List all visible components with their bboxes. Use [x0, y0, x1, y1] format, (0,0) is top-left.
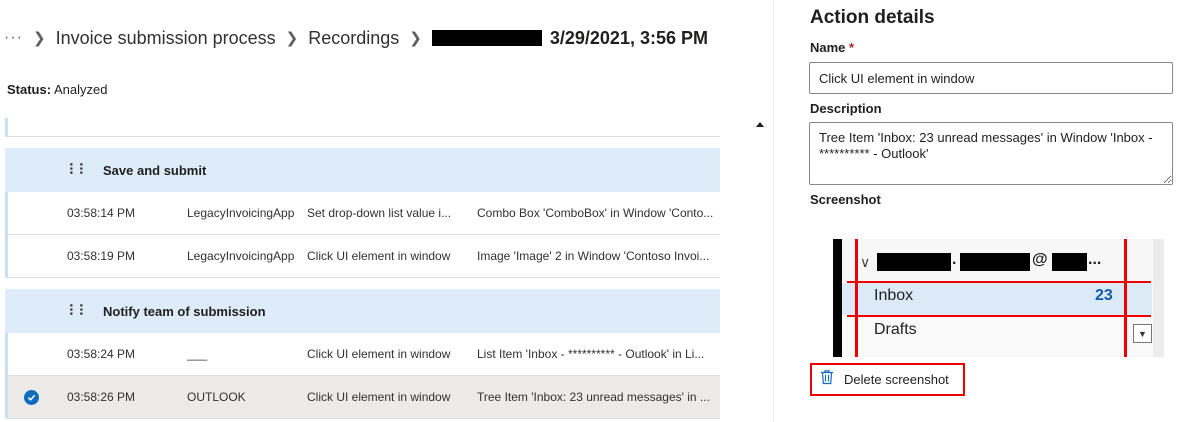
cell-action: Set drop-down list value i...	[307, 206, 452, 220]
table-row[interactable]	[5, 118, 720, 137]
cell-application: ___	[187, 347, 208, 361]
action-details-panel: Action details Name * Description Tree I…	[774, 0, 1188, 422]
table-row[interactable]: 03:58:19 PM LegacyInvoicingApp Click UI …	[5, 235, 720, 278]
cell-application: LegacyInvoicingApp	[187, 249, 295, 263]
gripper-dots-icon[interactable]: ⠇⠇	[68, 289, 89, 333]
cell-details: Combo Box 'ComboBox' in Window 'Conto...	[477, 206, 714, 220]
table-row[interactable]: 03:58:24 PM ___ Click UI element in wind…	[5, 333, 720, 376]
cell-time: 03:58:14 PM	[67, 206, 136, 220]
checkmark-circle-icon[interactable]	[24, 390, 39, 405]
trash-icon	[820, 369, 834, 390]
redacted-block	[1052, 253, 1087, 271]
gripper-dots-icon[interactable]: ⠇⠇	[68, 148, 89, 192]
screenshot-inbox-count: 23	[1095, 287, 1113, 304]
chevron-right-icon: ❯	[285, 30, 299, 47]
cell-application: OUTLOOK	[187, 390, 246, 404]
name-label: Name *	[810, 40, 854, 55]
action-screenshot: ∨ . @ ... Inbox 23 Drafts ▼	[833, 239, 1164, 357]
group-title: Save and submit	[103, 162, 207, 178]
cell-application: LegacyInvoicingApp	[187, 206, 295, 220]
redacted-block	[431, 30, 542, 46]
group-title: Notify team of submission	[103, 303, 266, 319]
cell-action: Click UI element in window	[307, 390, 451, 404]
screenshot-label: Screenshot	[810, 192, 881, 207]
breadcrumb-current-recording: 3/29/2021, 3:56 PM	[549, 27, 708, 48]
name-label-text: Name	[810, 40, 846, 55]
cell-action: Click UI element in window	[307, 249, 451, 263]
table-row-selected[interactable]: 03:58:26 PM OUTLOOK Click UI element in …	[5, 376, 720, 419]
redacted-block	[960, 253, 1030, 271]
screenshot-ellipsis: ...	[1088, 251, 1102, 268]
screenshot-dot: .	[952, 251, 957, 268]
chevron-down-icon: ∨	[860, 254, 871, 270]
breadcrumb-more-button[interactable]: ···	[4, 29, 23, 47]
actions-grid: ⠇⠇ Save and submit 03:58:14 PM LegacyInv…	[5, 118, 720, 422]
highlight-outline	[1124, 239, 1127, 357]
cell-time: 03:58:19 PM	[67, 249, 136, 263]
panel-title: Action details	[810, 7, 935, 28]
dropdown-arrow-icon: ▼	[1133, 324, 1152, 343]
highlight-outline	[847, 281, 1151, 283]
scroll-up-arrow-icon[interactable]	[756, 122, 764, 127]
cell-action: Click UI element in window	[307, 347, 451, 361]
breadcrumb-item-recordings[interactable]: Recordings	[308, 28, 399, 49]
description-label: Description	[810, 101, 882, 116]
cell-time: 03:58:26 PM	[67, 390, 136, 404]
breadcrumb-item-process[interactable]: Invoice submission process	[56, 28, 276, 49]
status-label: Status:	[7, 82, 52, 97]
breadcrumb: ··· ❯ Invoice submission process ❯ Recor…	[4, 24, 708, 52]
group-header-save-and-submit[interactable]: ⠇⠇ Save and submit	[5, 148, 720, 192]
highlight-outline	[847, 315, 1151, 317]
redacted-block	[877, 253, 951, 271]
table-row[interactable]: 03:58:14 PM LegacyInvoicingApp Set drop-…	[5, 192, 720, 235]
status-value: Analyzed	[53, 82, 108, 97]
screenshot-dark-edge	[833, 239, 842, 357]
required-marker: *	[849, 40, 855, 55]
highlight-outline	[855, 239, 858, 357]
recording-status: Status: Analyzed	[7, 82, 107, 97]
cell-time: 03:58:24 PM	[67, 347, 136, 361]
delete-screenshot-label: Delete screenshot	[844, 372, 949, 387]
name-field[interactable]	[809, 62, 1173, 94]
screenshot-scrollbar	[1153, 239, 1164, 357]
group-header-notify-team[interactable]: ⠇⠇ Notify team of submission	[5, 289, 720, 333]
screenshot-inbox-label: Inbox	[874, 287, 914, 304]
recording-pane: ··· ❯ Invoice submission process ❯ Recor…	[0, 0, 773, 422]
screenshot-drafts-label: Drafts	[874, 321, 917, 338]
delete-screenshot-button[interactable]: Delete screenshot	[810, 363, 965, 396]
cell-details: Tree Item 'Inbox: 23 unread messages' in…	[477, 390, 710, 404]
cell-details: List Item 'Inbox - ********** - Outlook'…	[477, 347, 705, 361]
screenshot-at: @	[1032, 251, 1048, 268]
description-field[interactable]: Tree Item 'Inbox: 23 unread messages' in…	[809, 122, 1173, 185]
chevron-right-icon: ❯	[32, 30, 46, 47]
cell-details: Image 'Image' 2 in Window 'Contoso Invoi…	[477, 249, 710, 263]
chevron-right-icon: ❯	[409, 30, 422, 47]
